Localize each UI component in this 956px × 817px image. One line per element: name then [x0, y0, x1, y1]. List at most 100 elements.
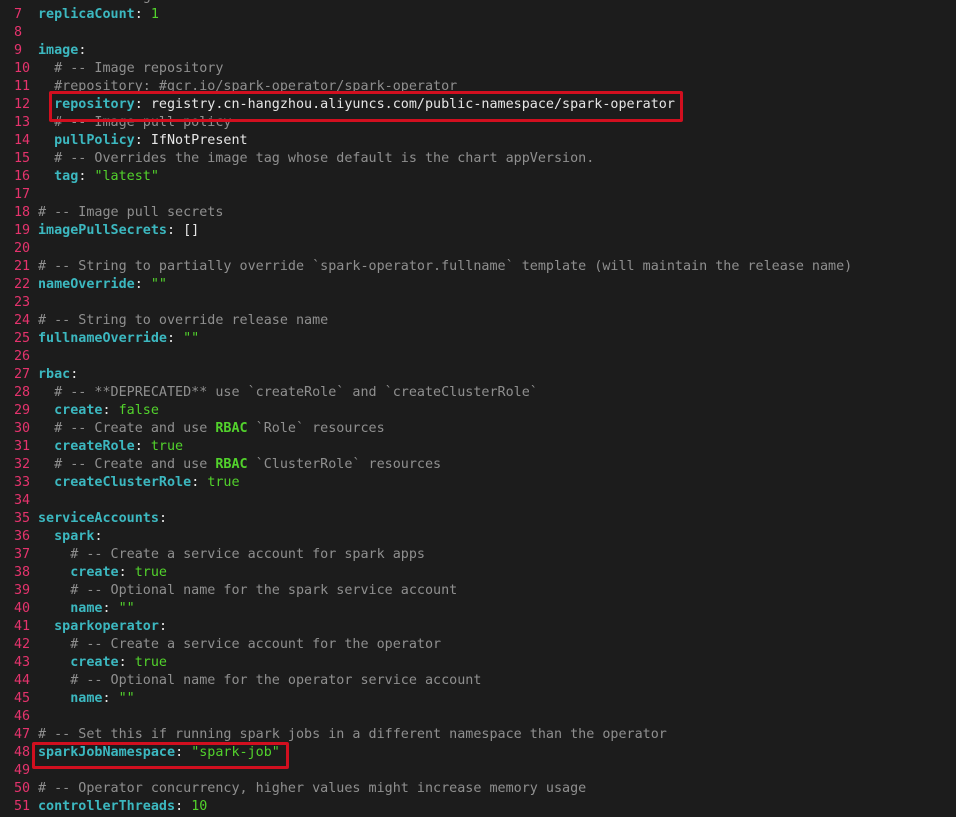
yaml-key: controllerThreads — [38, 799, 176, 814]
code-line[interactable]: 31 createRole: true — [0, 438, 956, 456]
line-content: sparkoperator: — [38, 618, 167, 636]
line-content: # -- Create and use RBAC `ClusterRole` r… — [38, 456, 441, 474]
code-line[interactable]: 45 name: "" — [0, 690, 956, 708]
comment-text: #repository: #gcr.io/spark-operator/spar… — [54, 79, 458, 94]
line-content: # -- Set this if running spark jobs in a… — [38, 726, 667, 744]
comment-keyword: RBAC — [215, 421, 248, 436]
yaml-key: sparkJobNamespace — [38, 745, 176, 760]
code-line[interactable]: 21 # -- String to partially override `spa… — [0, 258, 956, 276]
line-number: 16 — [14, 169, 31, 184]
line-content: name: "" — [38, 600, 135, 618]
line-content: create: true — [38, 564, 167, 582]
yaml-key: name — [70, 691, 103, 706]
line-content: sparkJobNamespace: "spark-job" — [38, 744, 280, 762]
code-line[interactable]: 43 create: true — [0, 654, 956, 672]
code-line[interactable]: 38 create: true — [0, 564, 956, 582]
yaml-key: createRole — [54, 439, 135, 454]
comment-text: # -- Set this if running spark jobs in a… — [38, 727, 667, 742]
code-line[interactable]: 32 # -- Create and use RBAC `ClusterRole… — [0, 456, 956, 474]
comment-text: # -- Operator concurrency, higher values… — [38, 781, 587, 796]
code-line[interactable]: 19 imagePullSecrets: [] — [0, 222, 956, 240]
line-content: create: true — [38, 654, 167, 672]
yaml-key: image — [38, 43, 79, 58]
code-line[interactable]: 51 controllerThreads: 10 — [0, 798, 956, 816]
code-line[interactable]: 11 #repository: #gcr.io/spark-operator/s… — [0, 78, 956, 96]
code-line[interactable]: 23 — [0, 294, 956, 312]
code-line[interactable]: 7 replicaCount: 1 — [0, 6, 956, 24]
code-line[interactable]: 44 # -- Optional name for the operator s… — [0, 672, 956, 690]
code-line[interactable]: 18 # -- Image pull secrets — [0, 204, 956, 222]
code-line[interactable]: 28 # -- **DEPRECATED** use `createRole` … — [0, 384, 956, 402]
code-line[interactable]: 8 — [0, 24, 956, 42]
line-number: 40 — [14, 601, 31, 616]
code-line[interactable]: 40 name: "" — [0, 600, 956, 618]
code-line[interactable]: 50 # -- Operator concurrency, higher valu… — [0, 780, 956, 798]
code-line[interactable]: 12 repository: registry.cn-hangzhou.aliy… — [0, 96, 956, 114]
code-line[interactable]: 33 createClusterRole: true — [0, 474, 956, 492]
yaml-key: nameOverride — [38, 277, 135, 292]
line-number: 24 — [14, 313, 31, 328]
code-line[interactable]: 13 # -- Image pull policy — [0, 114, 956, 132]
code-line[interactable]: 22 nameOverride: "" — [0, 276, 956, 294]
line-content: name: "" — [38, 690, 135, 708]
code-line[interactable]: 36 spark: — [0, 528, 956, 546]
code-line[interactable]: 41 sparkoperator: — [0, 618, 956, 636]
line-number: 15 — [14, 151, 31, 166]
code-line[interactable]: 42 # -- Create a service account for the… — [0, 636, 956, 654]
code-line[interactable]: 30 # -- Create and use RBAC `Role` resou… — [0, 420, 956, 438]
code-line[interactable]: 27 rbac: — [0, 366, 956, 384]
line-content: createRole: true — [38, 438, 183, 456]
yaml-value: [] — [183, 223, 200, 238]
code-line[interactable]: 16 tag: "latest" — [0, 168, 956, 186]
code-line[interactable]: 46 — [0, 708, 956, 726]
comment-text: # -- Image repository — [54, 61, 224, 76]
comment-text: # -- Overrides the image tag whose defau… — [54, 151, 595, 166]
code-line[interactable]: 37 # -- Create a service account for spa… — [0, 546, 956, 564]
code-line[interactable]: 14 pullPolicy: IfNotPresent — [0, 132, 956, 150]
code-line[interactable]: 17 — [0, 186, 956, 204]
code-line[interactable]: 24 # -- String to override release name — [0, 312, 956, 330]
code-line[interactable]: 10 # -- Image repository — [0, 60, 956, 78]
yaml-key: spark — [54, 529, 95, 544]
code-line[interactable]: 47 # -- Set this if running spark jobs in… — [0, 726, 956, 744]
yaml-key: imagePullSecrets — [38, 223, 167, 238]
code-line[interactable]: 29 create: false — [0, 402, 956, 420]
line-content: repository: registry.cn-hangzhou.aliyunc… — [38, 96, 675, 114]
code-line[interactable]: 15 # -- Overrides the image tag whose de… — [0, 150, 956, 168]
line-number: 35 — [14, 511, 31, 526]
yaml-value: 10 — [191, 799, 208, 814]
code-line[interactable]: 20 — [0, 240, 956, 258]
yaml-value: "" — [183, 331, 200, 346]
code-line[interactable]: 25 fullnameOverride: "" — [0, 330, 956, 348]
colon: : — [175, 745, 184, 760]
code-line[interactable]: 48 sparkJobNamespace: "spark-job" — [0, 744, 956, 762]
code-line[interactable]: 9 image: — [0, 42, 956, 60]
code-editor[interactable]: 6# If this is greater than 17replicaCoun… — [0, 0, 956, 816]
line-number: 41 — [14, 619, 31, 634]
line-number: 19 — [14, 223, 31, 238]
code-line[interactable]: 35 serviceAccounts: — [0, 510, 956, 528]
code-line[interactable]: 49 — [0, 762, 956, 780]
line-number: 21 — [14, 259, 31, 274]
yaml-key: serviceAccounts — [38, 511, 159, 526]
code-line[interactable]: 26 — [0, 348, 956, 366]
code-line[interactable]: 34 — [0, 492, 956, 510]
line-number: 43 — [14, 655, 31, 670]
line-number: 12 — [14, 97, 31, 112]
line-number: 47 — [14, 727, 31, 742]
code-line[interactable]: 39 # -- Optional name for the spark serv… — [0, 582, 956, 600]
yaml-key: name — [70, 601, 103, 616]
line-content: # -- **DEPRECATED** use `createRole` and… — [38, 384, 538, 402]
